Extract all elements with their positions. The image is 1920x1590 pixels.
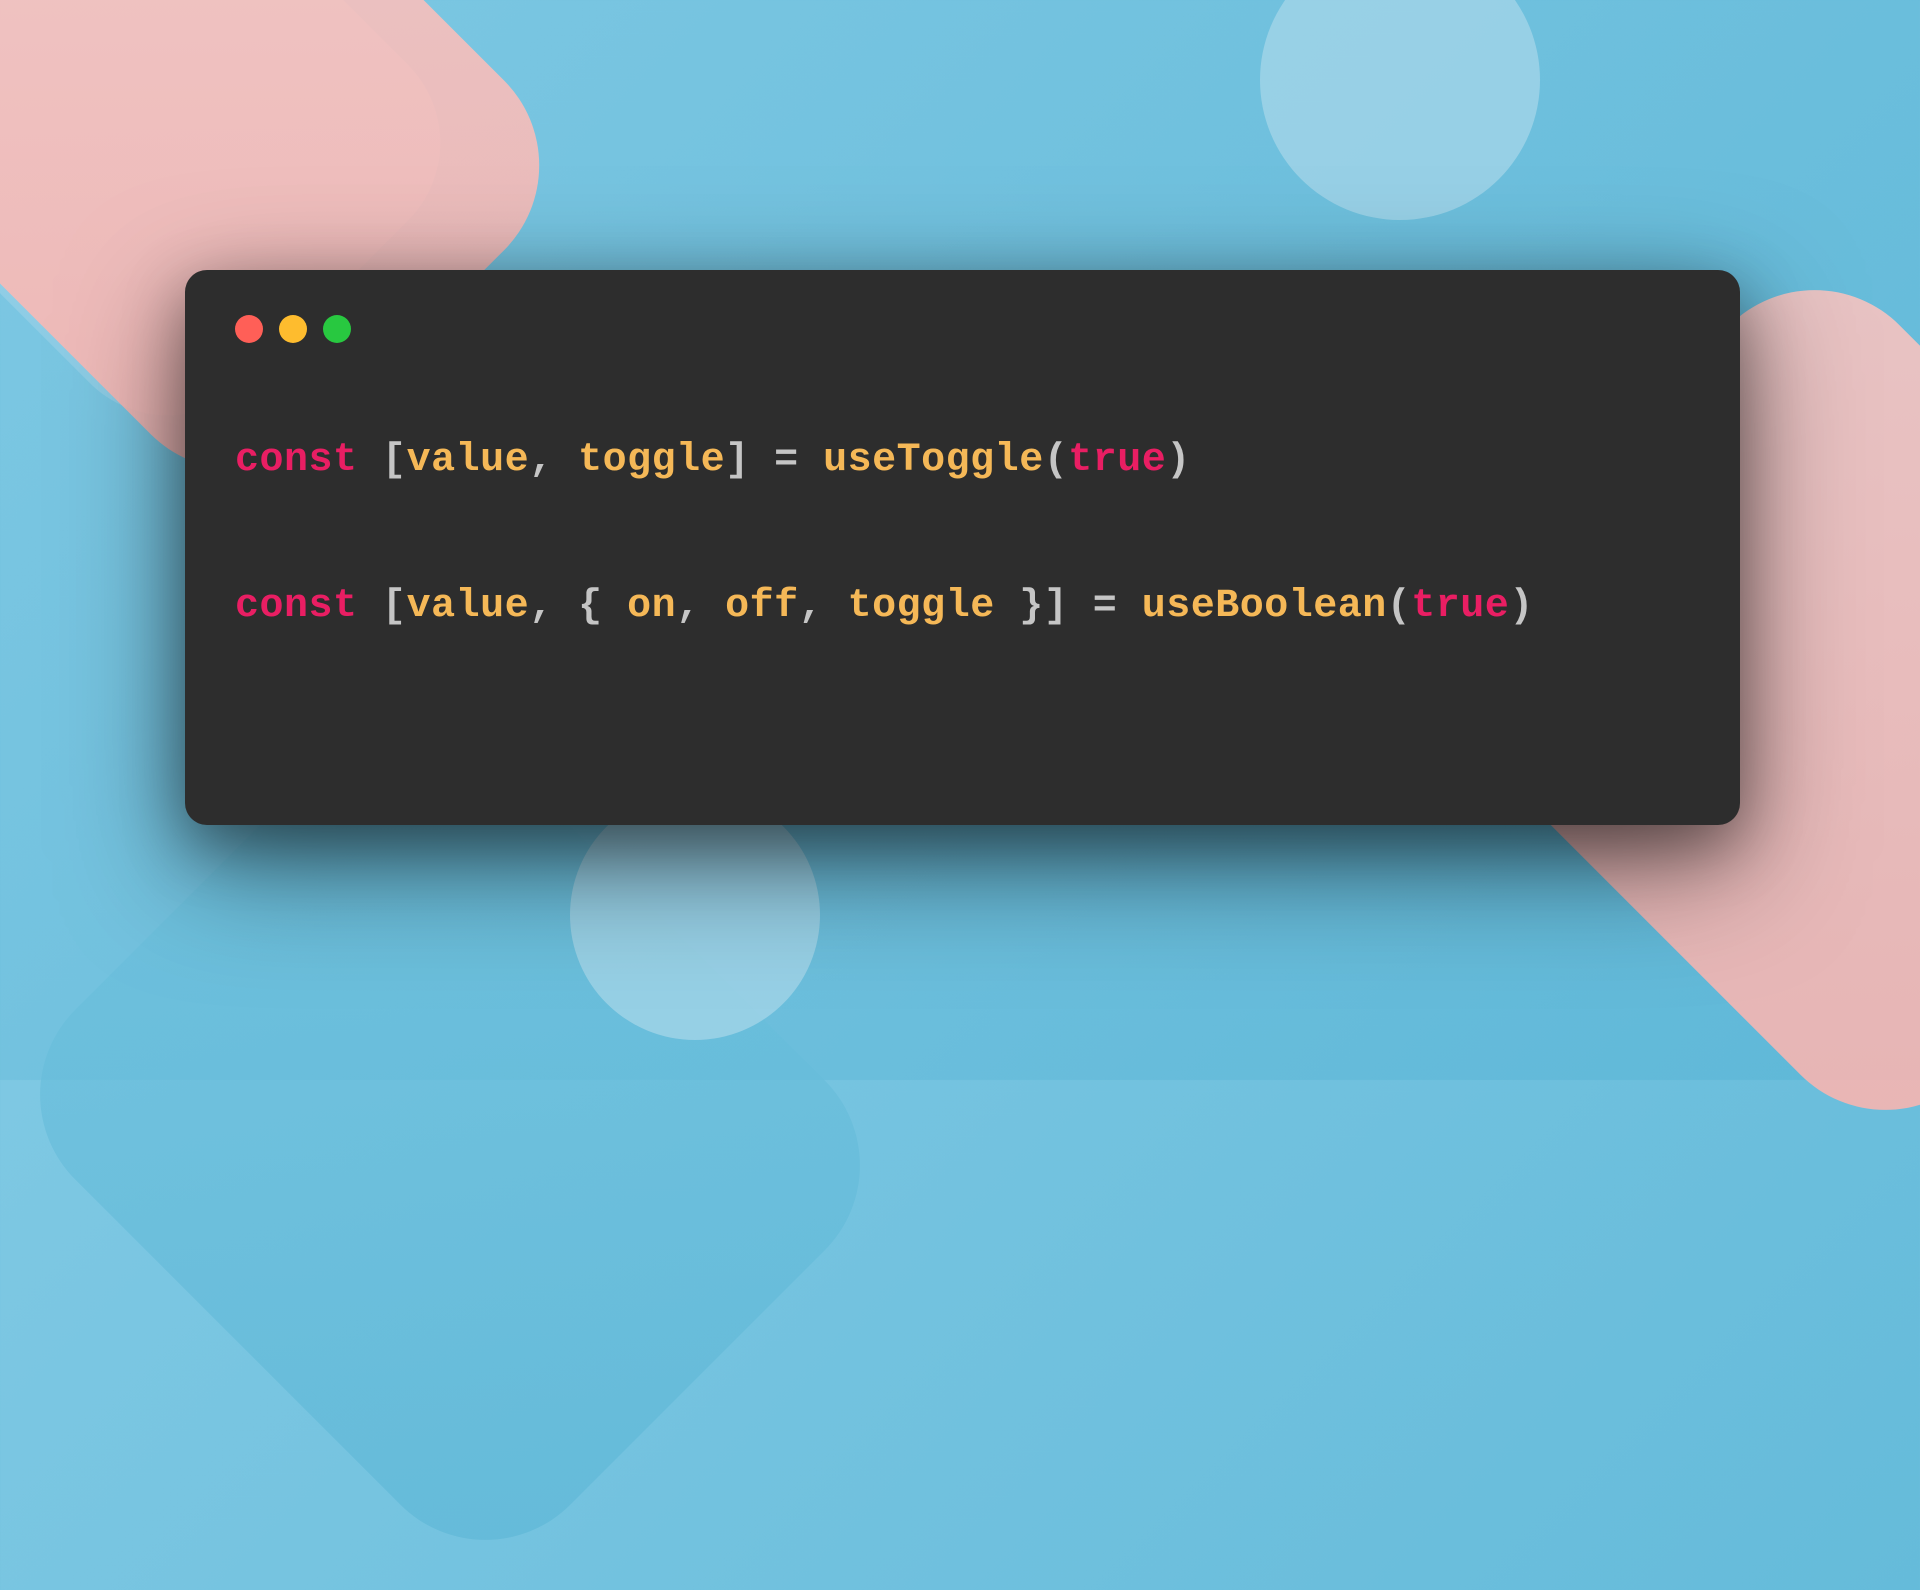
token-punct: ( bbox=[1387, 584, 1412, 629]
token-bool: true bbox=[1068, 438, 1166, 483]
token-space bbox=[358, 438, 383, 483]
bg-circle-1 bbox=[1260, 0, 1540, 220]
code-content: const [value, toggle] = useToggle(true) … bbox=[235, 433, 1690, 635]
window-controls bbox=[235, 315, 1690, 343]
token-punct: ] = bbox=[725, 438, 823, 483]
token-var: toggle bbox=[578, 438, 725, 483]
code-line-1: const [value, toggle] = useToggle(true) bbox=[235, 433, 1690, 489]
close-icon[interactable] bbox=[235, 315, 263, 343]
token-var: toggle bbox=[848, 584, 995, 629]
token-keyword: const bbox=[235, 438, 358, 483]
token-var: on bbox=[627, 584, 676, 629]
token-punct: }] = bbox=[995, 584, 1142, 629]
minimize-icon[interactable] bbox=[279, 315, 307, 343]
maximize-icon[interactable] bbox=[323, 315, 351, 343]
token-bool: true bbox=[1411, 584, 1509, 629]
token-punct: , { bbox=[529, 584, 627, 629]
token-func: useBoolean bbox=[1142, 584, 1387, 629]
token-keyword: const bbox=[235, 584, 358, 629]
code-line-spacer bbox=[235, 489, 1690, 579]
bg-circle-2 bbox=[570, 790, 820, 1040]
token-func: useToggle bbox=[823, 438, 1044, 483]
token-var: off bbox=[725, 584, 799, 629]
code-editor-window: const [value, toggle] = useToggle(true) … bbox=[185, 270, 1740, 825]
token-punct: [ bbox=[382, 438, 407, 483]
code-line-2: const [value, { on, off, toggle }] = use… bbox=[235, 579, 1690, 635]
token-punct: ) bbox=[1509, 584, 1534, 629]
token-var: value bbox=[407, 438, 530, 483]
token-punct: ( bbox=[1044, 438, 1069, 483]
token-punct: , bbox=[529, 438, 578, 483]
token-punct: ) bbox=[1166, 438, 1191, 483]
token-punct: [ bbox=[382, 584, 407, 629]
token-punct: , bbox=[676, 584, 725, 629]
token-punct: , bbox=[799, 584, 848, 629]
token-var: value bbox=[407, 584, 530, 629]
token-space bbox=[358, 584, 383, 629]
